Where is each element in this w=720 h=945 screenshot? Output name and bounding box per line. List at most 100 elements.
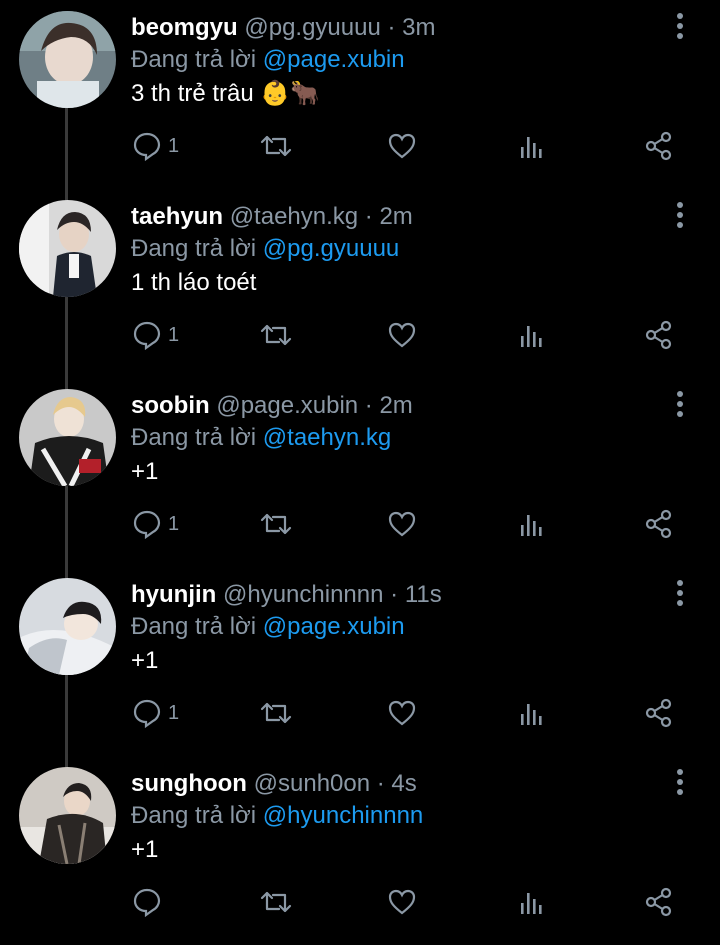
- reply-count: 1: [168, 701, 180, 724]
- handle[interactable]: @pg.gyuuuu: [244, 14, 380, 41]
- tweet-header: sunghoon @sunh0on · 4s: [131, 768, 417, 800]
- more-options-button[interactable]: [666, 388, 694, 420]
- more-options-button[interactable]: [666, 577, 694, 609]
- tweet-text: +1: [131, 458, 159, 485]
- share-icon: [645, 320, 672, 350]
- reply-prefix: Đang trả lời: [131, 613, 257, 640]
- stats-icon: [521, 704, 542, 725]
- avatar[interactable]: [19, 578, 116, 675]
- reply-button[interactable]: [132, 882, 168, 922]
- avatar[interactable]: [19, 389, 116, 486]
- avatar[interactable]: [19, 200, 116, 297]
- retweet-button[interactable]: [259, 126, 293, 166]
- share-button[interactable]: [644, 315, 674, 355]
- reply-mention-link[interactable]: @hyunchinnnn: [263, 802, 423, 829]
- reply-mention-link[interactable]: @pg.gyuuuu: [263, 235, 399, 262]
- display-name[interactable]: taehyun: [131, 203, 223, 230]
- action-bar: 1: [0, 504, 720, 544]
- like-icon: [388, 133, 416, 159]
- reply-mention-link[interactable]: @page.xubin: [263, 613, 405, 640]
- retweet-icon: [260, 135, 292, 157]
- display-name[interactable]: hyunjin: [131, 581, 216, 608]
- share-icon: [645, 698, 672, 728]
- tweet-text: 1 th láo toét: [131, 269, 257, 296]
- tweet[interactable]: soobin @page.xubin · 2m Đang trả lời @ta…: [0, 378, 720, 567]
- retweet-button[interactable]: [259, 693, 293, 733]
- handle[interactable]: @page.xubin: [216, 392, 358, 419]
- more-options-button[interactable]: [666, 199, 694, 231]
- reply-prefix: Đang trả lời: [131, 802, 257, 829]
- display-name[interactable]: sunghoon: [131, 770, 247, 797]
- tweet[interactable]: beomgyu @pg.gyuuuu · 3m Đang trả lời @pa…: [0, 0, 720, 189]
- reply-prefix: Đang trả lời: [131, 424, 257, 451]
- stats-button[interactable]: [518, 315, 546, 355]
- reply-mention-link[interactable]: @page.xubin: [263, 46, 405, 73]
- stats-button[interactable]: [518, 126, 546, 166]
- reply-prefix: Đang trả lời: [131, 46, 257, 73]
- retweet-button[interactable]: [259, 504, 293, 544]
- handle[interactable]: @hyunchinnnn: [223, 581, 383, 608]
- reply-button[interactable]: 1: [132, 126, 179, 166]
- like-button[interactable]: [387, 126, 417, 166]
- like-icon: [388, 511, 416, 537]
- reply-context: Đang trả lời @taehyn.kg: [131, 422, 391, 454]
- share-button[interactable]: [644, 126, 674, 166]
- more-icon: [677, 13, 683, 39]
- reply-icon: [133, 699, 161, 728]
- reply-count: 1: [168, 134, 180, 157]
- reply-mention-link[interactable]: @taehyn.kg: [263, 424, 391, 451]
- stats-button[interactable]: [518, 504, 546, 544]
- reply-prefix: Đang trả lời: [131, 235, 257, 262]
- timestamp: · 3m: [387, 14, 436, 41]
- reply-count: 1: [168, 323, 180, 346]
- more-options-button[interactable]: [666, 766, 694, 798]
- like-button[interactable]: [387, 504, 417, 544]
- stats-button[interactable]: [518, 882, 546, 922]
- more-options-button[interactable]: [666, 10, 694, 42]
- tweet-header: hyunjin @hyunchinnnn · 11s: [131, 579, 442, 611]
- reply-icon: [133, 321, 161, 350]
- like-icon: [388, 889, 416, 915]
- share-button[interactable]: [644, 882, 674, 922]
- display-name[interactable]: beomgyu: [131, 14, 238, 41]
- more-icon: [677, 391, 683, 417]
- more-icon: [677, 202, 683, 228]
- reply-button[interactable]: 1: [132, 693, 179, 733]
- stats-icon: [521, 893, 542, 914]
- timestamp: · 11s: [390, 581, 442, 608]
- action-bar: [0, 882, 720, 922]
- retweet-icon: [260, 891, 292, 913]
- tweet-text: +1: [131, 647, 159, 674]
- avatar[interactable]: [19, 767, 116, 864]
- stats-icon: [521, 326, 542, 347]
- action-bar: 1: [0, 126, 720, 166]
- timestamp: · 2m: [364, 392, 413, 419]
- share-button[interactable]: [644, 693, 674, 733]
- reply-button[interactable]: 1: [132, 315, 179, 355]
- reply-context: Đang trả lời @page.xubin: [131, 611, 405, 643]
- tweet-text: +1: [131, 836, 159, 863]
- tweet[interactable]: taehyun @taehyn.kg · 2m Đang trả lời @pg…: [0, 189, 720, 378]
- tweet[interactable]: sunghoon @sunh0on · 4s Đang trả lời @hyu…: [0, 756, 720, 945]
- retweet-icon: [260, 702, 292, 724]
- stats-button[interactable]: [518, 693, 546, 733]
- stats-icon: [521, 137, 542, 158]
- share-button[interactable]: [644, 504, 674, 544]
- retweet-button[interactable]: [259, 315, 293, 355]
- handle[interactable]: @taehyn.kg: [230, 203, 358, 230]
- display-name[interactable]: soobin: [131, 392, 210, 419]
- retweet-icon: [260, 513, 292, 535]
- action-bar: 1: [0, 693, 720, 733]
- retweet-button[interactable]: [259, 882, 293, 922]
- like-icon: [388, 322, 416, 348]
- tweet[interactable]: hyunjin @hyunchinnnn · 11s Đang trả lời …: [0, 567, 720, 756]
- reply-context: Đang trả lời @page.xubin: [131, 44, 405, 76]
- avatar[interactable]: [19, 11, 116, 108]
- like-button[interactable]: [387, 315, 417, 355]
- reply-icon: [133, 888, 161, 917]
- like-button[interactable]: [387, 882, 417, 922]
- like-button[interactable]: [387, 693, 417, 733]
- tweet-header: taehyun @taehyn.kg · 2m: [131, 201, 413, 233]
- reply-button[interactable]: 1: [132, 504, 179, 544]
- handle[interactable]: @sunh0on: [254, 770, 370, 797]
